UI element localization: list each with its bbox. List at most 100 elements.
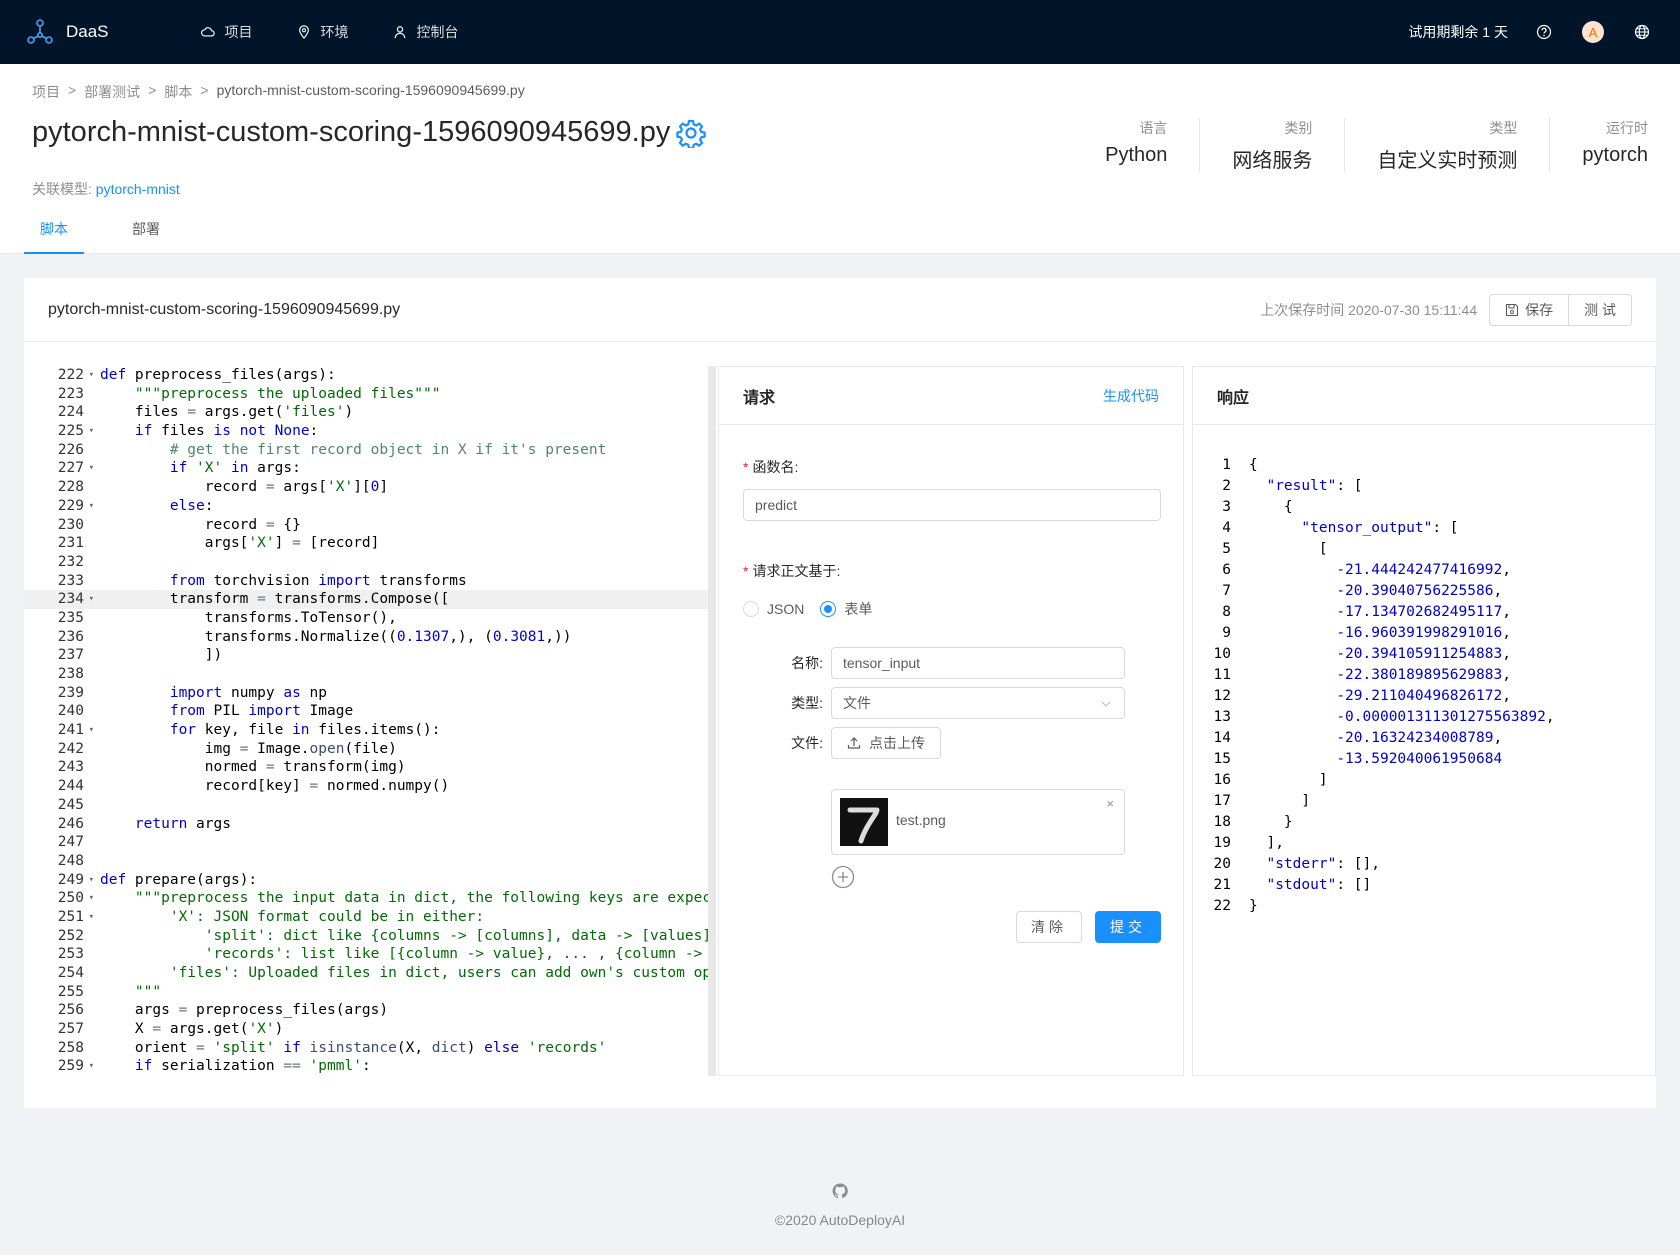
breadcrumb-separator: > <box>68 82 77 98</box>
clear-button[interactable]: 清除 <box>1016 911 1082 943</box>
fold-arrow-icon[interactable]: ▾ <box>89 1057 94 1076</box>
code-text: img = Image.open(file) <box>100 740 397 757</box>
meta-runtime: 运行时 pytorch <box>1549 118 1648 172</box>
fold-arrow-icon[interactable]: ▾ <box>89 871 94 890</box>
code-line: 227 ▾ if 'X' in args: <box>24 459 708 478</box>
json-line: 13 -0.000001311301275563892, <box>1193 707 1555 728</box>
line-number: 257 <box>57 1021 84 1038</box>
code-text: for key, file in files.items(): <box>169 722 441 739</box>
nav-item-projects[interactable]: 项目 <box>200 22 253 42</box>
radio-json[interactable]: JSON <box>743 601 804 617</box>
line-number: 250 ▾ <box>57 890 94 907</box>
required-mark: * <box>743 563 749 579</box>
breadcrumb: 项目 > 部署测试 > 脚本 > pytorch-mnist-custom-sc… <box>32 82 533 102</box>
function-name-input[interactable]: predict <box>743 489 1161 521</box>
github-icon[interactable] <box>832 1183 848 1199</box>
json-text: -20.16324234008789, <box>1336 730 1503 746</box>
meta-label: 运行时 <box>1606 120 1648 136</box>
line-number: 253 <box>57 946 84 963</box>
save-icon <box>1506 303 1519 317</box>
card-header: pytorch-mnist-custom-scoring-15960909456… <box>24 278 1656 342</box>
editor-splitter[interactable] <box>708 366 716 1076</box>
line-number: 258 <box>57 1039 84 1056</box>
radio-form[interactable]: 表单 <box>820 599 872 619</box>
fold-arrow-icon[interactable]: ▾ <box>89 721 94 740</box>
code-line: 240 from PIL import Image <box>24 702 708 721</box>
code-line: 257 X = args.get('X') <box>24 1020 708 1039</box>
app-name: DaaS <box>66 22 109 41</box>
plus-circle-icon[interactable] <box>831 865 855 889</box>
breadcrumb-projects[interactable]: 项目 <box>32 82 60 102</box>
json-line: 21 "stdout": [] <box>1193 875 1555 896</box>
code-text: from PIL import Image <box>169 703 354 720</box>
json-text: ] <box>1249 793 1311 809</box>
cloud-icon <box>200 27 215 37</box>
avatar[interactable]: A <box>1582 21 1604 43</box>
json-text: -22.380189895629883, <box>1336 667 1511 683</box>
code-text: record[key] = normed.numpy() <box>100 778 450 795</box>
script-card: pytorch-mnist-custom-scoring-15960909456… <box>24 278 1656 1108</box>
logo[interactable]: DaaS <box>26 18 109 46</box>
line-number: 2 <box>1222 478 1231 494</box>
fold-arrow-icon[interactable]: ▾ <box>89 459 94 478</box>
line-number: 15 <box>1213 751 1231 767</box>
line-number: 228 <box>57 479 84 496</box>
meta-value: pytorch <box>1582 144 1648 166</box>
line-number: 241 ▾ <box>57 722 94 739</box>
nav-item-environments[interactable]: 环境 <box>297 22 349 42</box>
json-text: -0.000001311301275563892, <box>1336 709 1555 725</box>
line-number: 14 <box>1213 730 1231 746</box>
code-line: 222 ▾ def preprocess_files(args): <box>24 366 708 385</box>
upload-button[interactable]: 点击上传 <box>831 727 941 759</box>
code-text: if files is not None: <box>134 423 319 440</box>
test-button[interactable]: 测 试 <box>1569 294 1632 326</box>
name-input[interactable]: tensor_input <box>831 647 1125 679</box>
breadcrumb-current: pytorch-mnist-custom-scoring-15960909456… <box>216 82 525 98</box>
type-row: 类型: 文件 <box>743 687 1125 719</box>
nav-item-console[interactable]: 控制台 <box>393 22 459 42</box>
code-line: 226 # get the first record object in X i… <box>24 441 708 460</box>
fold-arrow-icon[interactable]: ▾ <box>89 590 94 609</box>
request-panel: 请求 生成代码 *函数名: predict *请求正文基于: JSON 表单 <box>718 366 1184 1076</box>
json-line: 2 "result": [ <box>1193 476 1555 497</box>
tab-script[interactable]: 脚本 <box>24 214 84 254</box>
tab-deploy[interactable]: 部署 <box>116 214 176 254</box>
fold-arrow-icon[interactable]: ▾ <box>89 497 94 516</box>
json-text: -16.960391998291016, <box>1336 625 1511 641</box>
type-select[interactable]: 文件 <box>831 687 1125 719</box>
fold-arrow-icon[interactable]: ▾ <box>89 422 94 441</box>
page-title-text: pytorch-mnist-custom-scoring-15960909456… <box>32 116 671 148</box>
breadcrumb-deploy-test[interactable]: 部署测试 <box>84 82 140 102</box>
json-line: 4 "tensor_output": [ <box>1193 518 1555 539</box>
json-line: 22} <box>1193 896 1555 917</box>
save-button[interactable]: 保存 <box>1489 294 1570 326</box>
code-text: from torchvision import transforms <box>169 572 467 589</box>
help-button[interactable] <box>1536 24 1552 40</box>
code-line: 231 args['X'] = [record] <box>24 534 708 553</box>
code-text: transforms.ToTensor(), <box>100 609 397 626</box>
line-number: 7 <box>1222 583 1231 599</box>
code-line: 232 <box>24 553 708 572</box>
code-editor[interactable]: 222 ▾ def preprocess_files(args): 223 """pr… <box>24 366 708 1076</box>
line-number: 8 <box>1222 604 1231 620</box>
submit-button[interactable]: 提交 <box>1095 911 1161 943</box>
language-button[interactable] <box>1634 24 1650 40</box>
related-model-link[interactable]: pytorch-mnist <box>96 181 180 197</box>
fold-arrow-icon[interactable]: ▾ <box>89 366 94 385</box>
code-line: 246 return args <box>24 815 708 834</box>
fold-arrow-icon[interactable]: ▾ <box>89 889 94 908</box>
generate-code-link[interactable]: 生成代码 <box>1103 386 1159 406</box>
response-json-viewer[interactable]: 1{2 "result": [3 {4 "tensor_output": [5 … <box>1193 455 1555 917</box>
line-number: 238 <box>57 666 84 682</box>
breadcrumb-scripts[interactable]: 脚本 <box>164 82 192 102</box>
line-number: 256 <box>57 1002 84 1019</box>
remove-file-icon[interactable]: × <box>1106 796 1114 811</box>
request-panel-header: 请求 生成代码 <box>719 367 1183 425</box>
file-name[interactable]: test.png <box>896 812 946 828</box>
line-number: 234 ▾ <box>57 591 94 608</box>
fold-arrow-icon[interactable]: ▾ <box>89 908 94 927</box>
line-number: 239 <box>57 684 84 701</box>
line-number: 22 <box>1213 898 1231 914</box>
settings-gear-icon[interactable] <box>676 118 707 148</box>
